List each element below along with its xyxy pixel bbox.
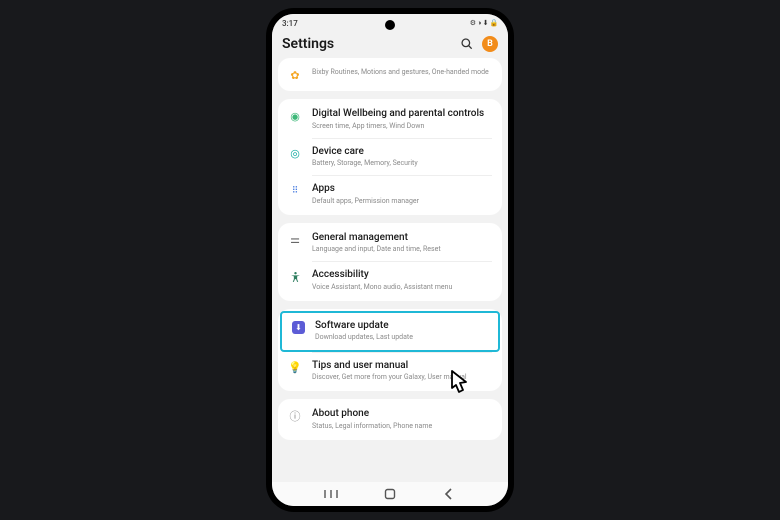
settings-group: ⬇ Software update Download updates, Last… (278, 309, 502, 391)
settings-item-accessibility[interactable]: Accessibility Voice Assistant, Mono audi… (278, 262, 502, 299)
device-care-icon: ◎ (288, 147, 302, 161)
accessibility-icon (288, 270, 302, 284)
profile-avatar[interactable]: B (482, 36, 498, 52)
settings-list[interactable]: ✿ Bixby Routines, Motions and gestures, … (272, 58, 508, 482)
settings-item-wellbeing[interactable]: ◉ Digital Wellbeing and parental control… (278, 101, 502, 138)
gear-icon: ✿ (288, 68, 302, 82)
home-button[interactable] (378, 487, 402, 501)
item-subtitle: Battery, Storage, Memory, Security (312, 159, 492, 168)
settings-group: ⓘ About phone Status, Legal information,… (278, 399, 502, 440)
item-title: Software update (315, 320, 488, 333)
lightbulb-icon: 💡 (288, 361, 302, 375)
item-title: Apps (312, 183, 492, 196)
download-icon: ⬇ (292, 321, 305, 334)
search-icon[interactable] (460, 37, 474, 51)
settings-item-software-update[interactable]: ⬇ Software update Download updates, Last… (280, 311, 500, 352)
item-title: General management (312, 232, 492, 245)
screen: 3:17 ⚙ ◑ ⬇ 🔒 Settings B ✿ Bixby Routines… (272, 14, 508, 506)
camera-notch (385, 20, 395, 30)
settings-header: Settings B (272, 32, 508, 58)
settings-item-advanced[interactable]: ✿ Bixby Routines, Motions and gestures, … (278, 60, 502, 89)
item-title: Digital Wellbeing and parental controls (312, 108, 492, 121)
recents-button[interactable] (319, 487, 343, 501)
item-subtitle: Screen time, App timers, Wind Down (312, 122, 492, 131)
item-title: Accessibility (312, 269, 492, 282)
item-subtitle: Default apps, Permission manager (312, 197, 492, 206)
settings-group: ◉ Digital Wellbeing and parental control… (278, 99, 502, 215)
status-time: 3:17 (282, 19, 298, 28)
back-button[interactable] (437, 487, 461, 501)
item-title: Tips and user manual (312, 360, 492, 373)
wellbeing-icon: ◉ (288, 109, 302, 123)
settings-item-about-phone[interactable]: ⓘ About phone Status, Legal information,… (278, 401, 502, 438)
item-subtitle: Status, Legal information, Phone name (312, 422, 492, 431)
navigation-bar (272, 482, 508, 506)
item-subtitle: Voice Assistant, Mono audio, Assistant m… (312, 283, 492, 292)
settings-group: ⚌ General management Language and input,… (278, 223, 502, 301)
item-subtitle: Bixby Routines, Motions and gestures, On… (312, 68, 492, 77)
settings-group: ✿ Bixby Routines, Motions and gestures, … (278, 58, 502, 91)
item-title: Device care (312, 146, 492, 159)
settings-item-tips[interactable]: 💡 Tips and user manual Discover, Get mor… (278, 353, 502, 390)
settings-item-apps[interactable]: ⠿ Apps Default apps, Permission manager (278, 176, 502, 213)
sliders-icon: ⚌ (288, 233, 302, 247)
item-title: About phone (312, 408, 492, 421)
item-subtitle: Language and input, Date and time, Reset (312, 245, 492, 254)
item-subtitle: Download updates, Last update (315, 333, 488, 342)
apps-icon: ⠿ (288, 184, 302, 198)
item-subtitle: Discover, Get more from your Galaxy, Use… (312, 373, 492, 382)
status-icons: ⚙ ◑ ⬇ 🔒 (470, 19, 498, 27)
phone-frame: 3:17 ⚙ ◑ ⬇ 🔒 Settings B ✿ Bixby Routines… (266, 8, 514, 512)
info-icon: ⓘ (288, 409, 302, 423)
page-title: Settings (282, 36, 460, 52)
settings-item-general[interactable]: ⚌ General management Language and input,… (278, 225, 502, 262)
settings-item-device-care[interactable]: ◎ Device care Battery, Storage, Memory, … (278, 139, 502, 176)
